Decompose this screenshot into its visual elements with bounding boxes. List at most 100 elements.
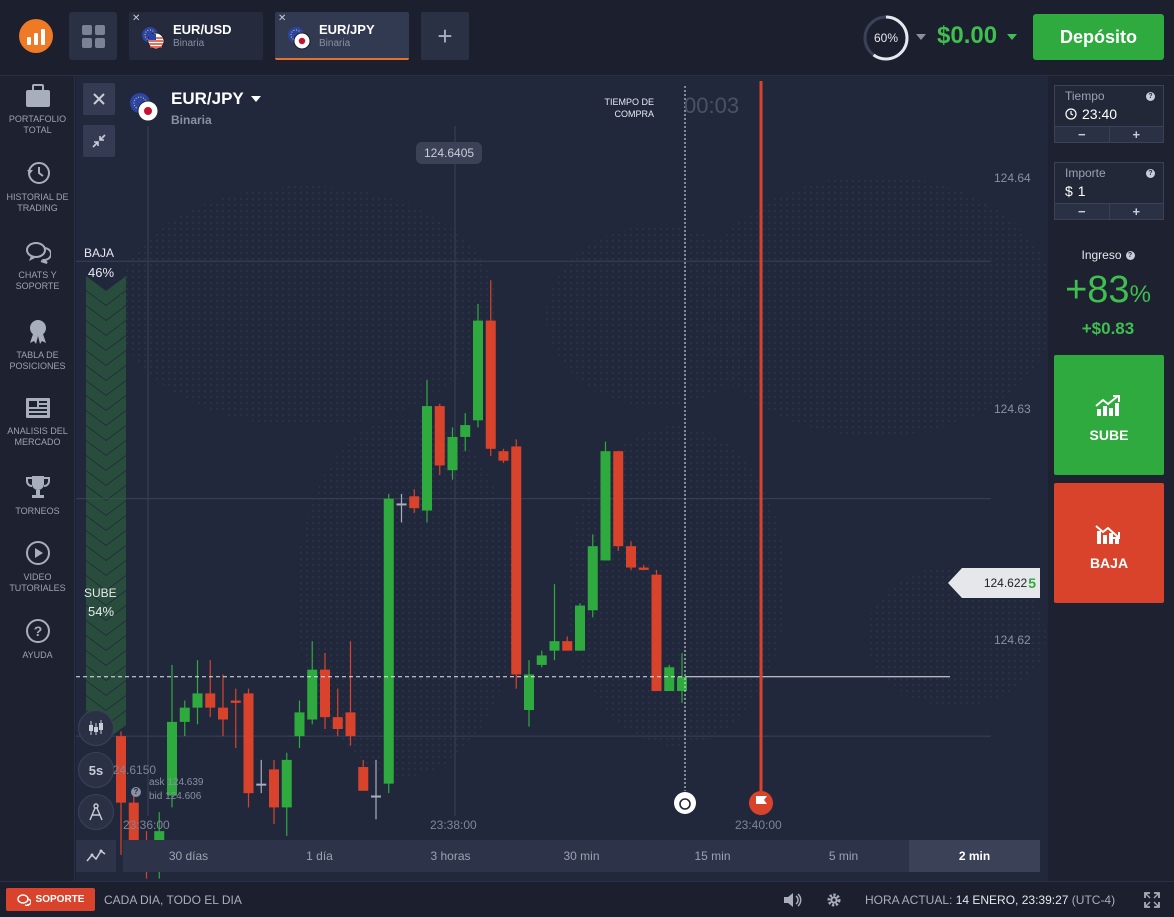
x-axis-label: 23:36:00 — [123, 818, 170, 832]
candle-body — [256, 783, 267, 786]
candle — [294, 700, 305, 749]
medal-icon — [29, 320, 46, 344]
candle-body — [294, 712, 305, 737]
asset-tab-eurusd[interactable]: ✕ EUR/USD Binaria — [129, 12, 263, 60]
asset-tab-type: Binaria — [319, 38, 351, 49]
timeframe-option[interactable]: 5 min — [778, 840, 909, 872]
drawing-tools-button[interactable] — [78, 794, 114, 830]
candle — [434, 403, 445, 475]
help-icon[interactable]: ? — [1146, 169, 1155, 178]
income-percent: +83% — [1048, 269, 1168, 312]
deposit-button[interactable]: Depósito — [1033, 14, 1164, 60]
candle — [498, 448, 509, 464]
candle-body — [422, 406, 432, 511]
layout-grid-button[interactable] — [69, 12, 117, 60]
close-tab-icon[interactable]: ✕ — [132, 13, 140, 24]
expiry-time-field[interactable]: Tiempo ? 23:40 − + — [1054, 85, 1164, 143]
sidebar-item-chats[interactable]: CHATS Y SOPORTE — [0, 240, 75, 292]
timeframe-option[interactable]: 15 min — [647, 840, 778, 872]
close-chart-button[interactable] — [83, 83, 115, 115]
chevron-down-icon[interactable] — [251, 96, 261, 102]
logo[interactable] — [19, 19, 53, 53]
candle-body — [447, 436, 458, 471]
candle-interval-button[interactable]: 5s — [78, 752, 114, 788]
current-price-tag: 124.622 5 — [962, 568, 1040, 598]
newspaper-icon — [25, 398, 50, 418]
expiry-time-value: 23:40 — [1082, 106, 1118, 122]
candle-body — [562, 641, 573, 651]
time-decrease-button[interactable]: − — [1055, 127, 1110, 142]
candle-body — [524, 674, 534, 711]
candle-body — [345, 712, 356, 737]
indicators-button[interactable] — [76, 840, 116, 872]
close-icon — [93, 93, 105, 105]
current-time-value: 14 ENERO, 23:39:27 — [955, 893, 1069, 907]
timeframe-option[interactable]: 1 día — [254, 840, 385, 872]
chart-area[interactable]: EUR/JPY Binaria BAJA 46% SUBE 54% TIEMPO… — [76, 76, 1048, 881]
indicators-icon — [86, 849, 106, 862]
eu-jp-flag-icon — [288, 27, 311, 50]
chat-icon — [25, 242, 51, 264]
volume-icon[interactable] — [782, 892, 802, 908]
purchase-countdown: 00:03 — [684, 93, 740, 118]
collapse-chart-button[interactable] — [83, 125, 115, 157]
account-balance[interactable]: $0.00 — [937, 22, 997, 50]
chevron-down-icon[interactable] — [916, 34, 926, 40]
chart-asset-name: EUR/JPY — [171, 89, 244, 108]
sidebar-item-help[interactable]: ? AYUDA — [0, 618, 75, 661]
time-increase-button[interactable]: + — [1109, 127, 1163, 142]
candle-body — [460, 425, 471, 437]
candle — [524, 660, 534, 727]
amount-value[interactable]: 1 — [1078, 183, 1086, 199]
timeframe-option[interactable]: 30 días — [123, 840, 254, 872]
sidebar-item-market-analysis[interactable]: ANALISIS DEL MERCADO — [0, 396, 75, 448]
balance-chevron-down-icon[interactable] — [1007, 34, 1017, 40]
candle-body — [371, 795, 381, 798]
add-tab-button[interactable]: + — [421, 12, 469, 60]
ask-bid-help-icon[interactable]: ? — [131, 787, 141, 797]
amount-field[interactable]: Importe ? $ 1 − + — [1054, 162, 1164, 220]
compass-icon — [89, 803, 103, 821]
asset-tab-type: Binaria — [173, 38, 205, 49]
candle-body — [575, 605, 585, 651]
support-button[interactable]: SOPORTE — [6, 888, 95, 911]
current-price-main: 124.622 — [983, 576, 1028, 590]
asset-tab-name: EUR/JPY — [319, 22, 375, 37]
sidebar-item-history[interactable]: HISTORIAL DE TRADING — [0, 160, 75, 214]
current-price-pointer — [948, 568, 962, 598]
sidebar-item-label: TORNEOS — [15, 506, 60, 516]
call-button[interactable]: SUBE — [1054, 355, 1164, 475]
candle-body — [549, 641, 560, 651]
x-axis-label: 23:38:00 — [430, 818, 477, 832]
candle — [243, 688, 254, 808]
timeframe-option[interactable]: 30 min — [516, 840, 647, 872]
y-axis-label: 124.64 — [994, 171, 1031, 185]
sidebar-item-video-tutorials[interactable]: VIDEO TUTORIALES — [0, 540, 75, 594]
chat-icon — [16, 893, 31, 906]
fullscreen-icon[interactable] — [1144, 892, 1160, 908]
candle-body — [626, 546, 636, 568]
top-bar: ✕ EUR/USD Binaria ✕ EUR/JPY Binaria + 60… — [0, 0, 1174, 76]
candle — [511, 439, 522, 689]
amount-decrease-button[interactable]: − — [1055, 204, 1110, 219]
timeframe-option[interactable]: 3 horas — [385, 840, 516, 872]
help-icon[interactable]: ? — [1146, 92, 1155, 101]
sidebar-item-portfolio[interactable]: PORTAFOLIO TOTAL — [0, 84, 75, 136]
sentiment-down-label: BAJA — [84, 246, 115, 260]
price-chart[interactable] — [76, 76, 1048, 881]
close-tab-icon[interactable]: ✕ — [278, 13, 286, 24]
gear-icon[interactable] — [826, 892, 842, 908]
candle — [205, 660, 216, 718]
candle — [587, 534, 598, 618]
timeframe-option[interactable]: 2 min — [909, 840, 1040, 872]
sidebar-item-tournaments[interactable]: TORNEOS — [0, 474, 75, 517]
sidebar-item-leaderboard[interactable]: TABLA DE POSICIONES — [0, 318, 75, 372]
help-icon[interactable]: ? — [1125, 251, 1135, 261]
sentiment-bar — [86, 276, 126, 740]
asset-tab-eurjpy[interactable]: ✕ EUR/JPY Binaria — [275, 12, 409, 60]
put-button[interactable]: BAJA — [1054, 483, 1164, 603]
candle-body — [269, 769, 279, 808]
bid-price: bid 124.606 — [149, 791, 202, 802]
amount-increase-button[interactable]: + — [1109, 204, 1163, 219]
chart-type-button[interactable] — [78, 710, 114, 746]
